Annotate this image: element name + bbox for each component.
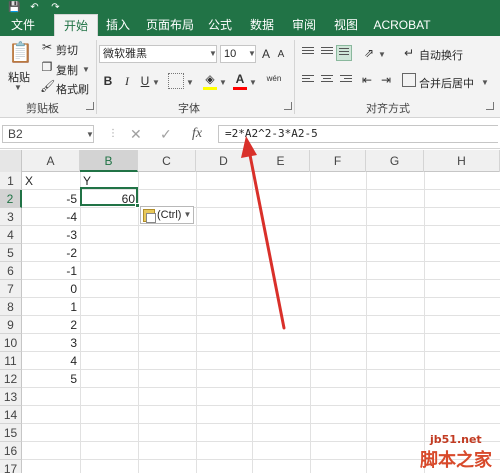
annotation-arrow <box>241 136 286 330</box>
watermark-site: jb51.net <box>430 433 482 446</box>
watermark-brand: 脚本之家 <box>420 450 492 471</box>
